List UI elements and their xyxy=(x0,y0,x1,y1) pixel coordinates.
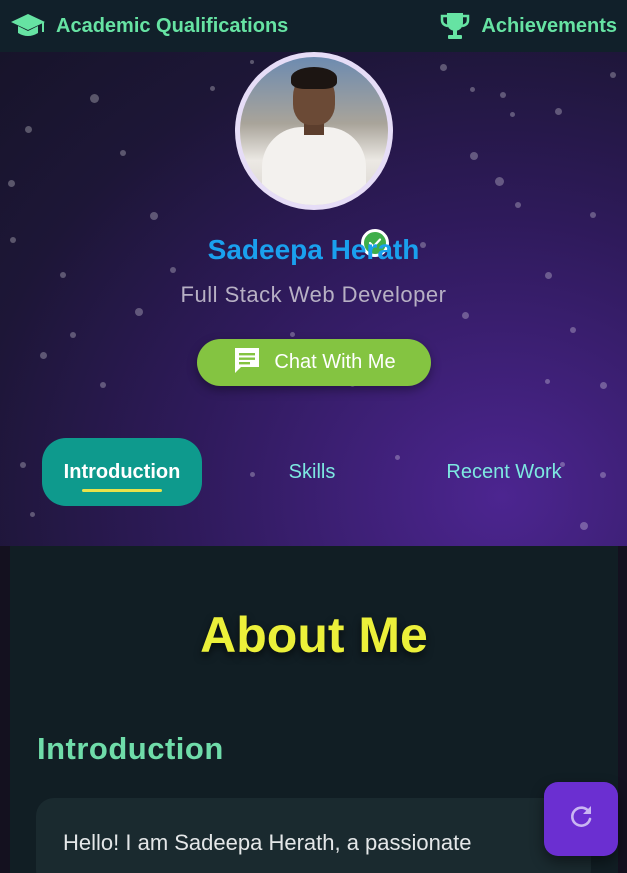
tab-skills[interactable]: Skills xyxy=(252,438,372,506)
tab-introduction-label: Introduction xyxy=(63,460,181,483)
star-dot xyxy=(580,522,588,530)
star-dot xyxy=(570,327,576,333)
star-dot xyxy=(150,212,158,220)
trophy-icon xyxy=(439,10,471,42)
message-icon xyxy=(232,345,262,381)
nav-achievements-label: Achievements xyxy=(481,14,617,37)
star-dot xyxy=(610,72,616,78)
star-dot xyxy=(40,352,47,359)
introduction-card: Hello! I am Sadeepa Herath, a passionate xyxy=(36,798,591,873)
about-panel: About Me Introduction Hello! I am Sadeep… xyxy=(10,546,618,873)
star-dot xyxy=(590,212,596,218)
star-dot xyxy=(25,126,32,133)
star-dot xyxy=(555,108,562,115)
star-dot xyxy=(600,382,607,389)
profile-hero: Sadeepa Herath Full Stack Web Developer … xyxy=(0,52,627,546)
avatar xyxy=(235,52,393,210)
profile-photo xyxy=(240,57,388,205)
star-dot xyxy=(462,312,469,319)
star-dot xyxy=(210,86,215,91)
nav-achievements[interactable]: Achievements xyxy=(439,10,617,42)
introduction-title: Introduction xyxy=(37,731,224,766)
tab-recent-work[interactable]: Recent Work xyxy=(424,438,584,506)
star-dot xyxy=(120,150,126,156)
chat-button-label: Chat With Me xyxy=(274,351,396,373)
star-dot xyxy=(90,94,99,103)
chat-with-me-button[interactable]: Chat With Me xyxy=(197,339,431,386)
star-dot xyxy=(170,267,176,273)
profile-name: Sadeepa Herath xyxy=(207,234,420,265)
star-dot xyxy=(500,92,506,98)
star-dot xyxy=(8,180,15,187)
star-dot xyxy=(100,382,106,388)
star-dot xyxy=(440,64,447,71)
star-dot xyxy=(70,332,76,338)
graduation-cap-icon xyxy=(10,12,46,40)
active-tab-indicator xyxy=(82,489,162,492)
nav-academic-label: Academic Qualifications xyxy=(56,14,289,37)
star-dot xyxy=(290,332,295,337)
star-dot xyxy=(510,112,515,117)
top-nav-bar: Academic Qualifications Achievements xyxy=(0,0,627,52)
star-dot xyxy=(495,177,504,186)
star-dot xyxy=(135,308,143,316)
tab-introduction[interactable]: Introduction xyxy=(42,438,202,506)
star-dot xyxy=(515,202,521,208)
profile-role: Full Stack Web Developer xyxy=(180,282,447,307)
tab-skills-label: Skills xyxy=(288,460,336,483)
star-dot xyxy=(470,152,478,160)
star-dot xyxy=(545,272,552,279)
tab-recent-work-label: Recent Work xyxy=(446,460,562,483)
section-tabs: Introduction Skills Recent Work xyxy=(0,438,627,506)
star-dot xyxy=(60,272,66,278)
refresh-icon xyxy=(567,803,595,836)
about-heading: About Me xyxy=(200,607,428,663)
star-dot xyxy=(30,512,35,517)
star-dot xyxy=(250,60,254,64)
star-dot xyxy=(470,87,475,92)
star-dot xyxy=(545,379,550,384)
nav-academic-qualifications[interactable]: Academic Qualifications xyxy=(10,12,288,40)
introduction-text: Hello! I am Sadeepa Herath, a passionate xyxy=(63,830,472,855)
refresh-button[interactable] xyxy=(544,782,618,856)
